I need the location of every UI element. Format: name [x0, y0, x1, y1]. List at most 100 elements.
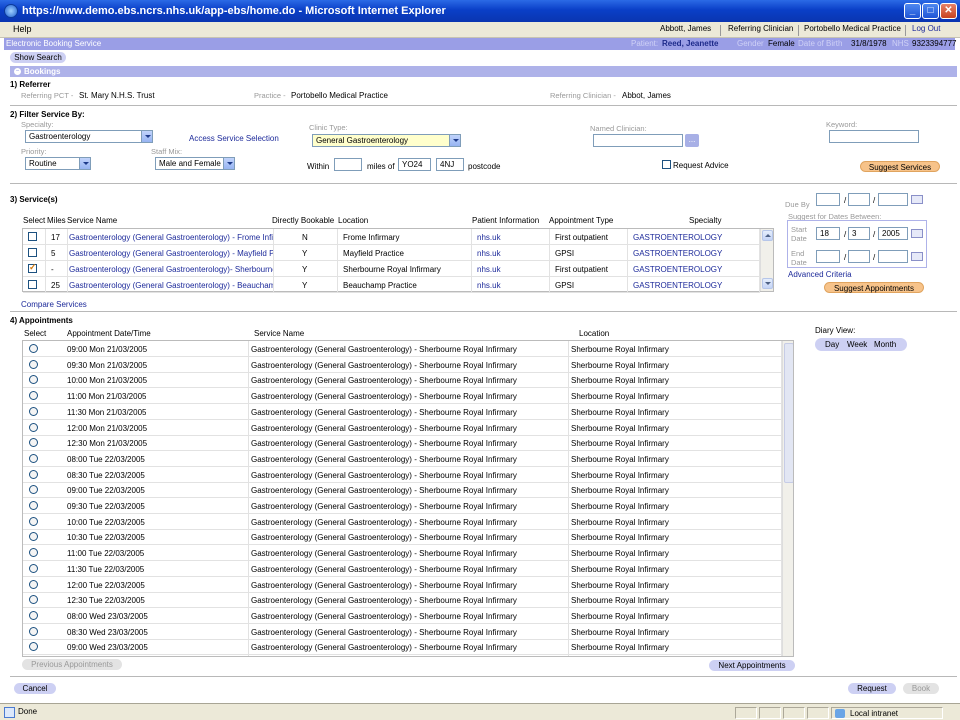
service-select-checkbox[interactable] [28, 262, 37, 273]
service-name[interactable]: Gastroenterology (General Gastroenterolo… [69, 249, 273, 258]
service-select-checkbox[interactable] [28, 232, 37, 241]
appointment-radio[interactable] [29, 407, 38, 416]
appointment-radio[interactable] [29, 454, 38, 463]
logout-link[interactable]: Log Out [912, 24, 940, 33]
service-row[interactable]: 5 Gastroenterology (General Gastroenterol… [23, 245, 759, 261]
service-name[interactable]: Gastroenterology (General Gastroenterolo… [69, 265, 273, 274]
appointment-row[interactable]: 11:30 Mon 21/03/2005 Gastroenterology (Ge… [23, 404, 781, 420]
appointment-row[interactable]: 09:00 Mon 21/03/2005 Gastroenterology (Ge… [23, 341, 781, 357]
service-row[interactable]: 25 Gastroenterology (General Gastroentero… [23, 277, 759, 293]
appointment-row[interactable]: 10:30 Tue 22/03/2005 Gastroenterology (Ge… [23, 529, 781, 545]
request-button[interactable]: Request [848, 683, 896, 694]
appointment-radio[interactable] [29, 344, 38, 353]
appointment-radio[interactable] [29, 391, 38, 400]
appointment-row[interactable]: 12:30 Tue 22/03/2005 Gastroenterology (Ge… [23, 592, 781, 608]
appointment-radio[interactable] [29, 642, 38, 651]
appointment-row[interactable]: 12:00 Mon 21/03/2005 Gastroenterology (Ge… [23, 420, 781, 436]
start-day-input[interactable]: 18 [816, 227, 840, 240]
book-button[interactable]: Book [903, 683, 939, 694]
service-specialty[interactable]: GASTROENTEROLOGY [633, 281, 759, 290]
service-info[interactable]: nhs.uk [477, 281, 547, 290]
previous-appointments-button[interactable]: Previous Appointments [22, 659, 122, 670]
postcode-part1-input[interactable]: YO24 [398, 158, 431, 171]
suggest-services-button[interactable]: Suggest Services [860, 161, 940, 172]
appointment-radio[interactable] [29, 360, 38, 369]
end-month-input[interactable] [848, 250, 870, 263]
request-advice-checkbox[interactable] [662, 160, 671, 169]
named-clinician-input[interactable] [593, 134, 683, 147]
appointment-radio[interactable] [29, 423, 38, 432]
appointment-row[interactable]: 09:30 Mon 21/03/2005 Gastroenterology (Ge… [23, 357, 781, 373]
appointment-row[interactable]: 11:30 Tue 22/03/2005 Gastroenterology (Ge… [23, 561, 781, 577]
access-service-link[interactable]: Access Service Selection [189, 134, 279, 143]
appointment-row[interactable]: 11:00 Mon 21/03/2005 Gastroenterology (Ge… [23, 388, 781, 404]
collapse-icon[interactable]: – [14, 68, 21, 75]
service-specialty[interactable]: GASTROENTEROLOGY [633, 249, 759, 258]
service-row[interactable]: 17 Gastroenterology (General Gastroentero… [23, 229, 759, 245]
appointment-row[interactable]: 08:00 Wed 23/03/2005 Gastroenterology (Ge… [23, 608, 781, 624]
appointment-row[interactable]: 08:00 Tue 22/03/2005 Gastroenterology (Ge… [23, 451, 781, 467]
appointment-row[interactable]: 08:30 Wed 23/03/2005 Gastroenterology (Ge… [23, 624, 781, 640]
appointment-radio[interactable] [29, 595, 38, 604]
clinic-type-select[interactable]: General Gastroenterology [312, 134, 461, 147]
due-year-input[interactable] [878, 193, 908, 206]
due-month-input[interactable] [848, 193, 870, 206]
appointment-radio[interactable] [29, 470, 38, 479]
service-info[interactable]: nhs.uk [477, 265, 547, 274]
scroll-thumb[interactable] [784, 343, 793, 483]
compare-services-link[interactable]: Compare Services [21, 300, 87, 309]
close-button[interactable]: ✕ [940, 3, 957, 19]
staff-mix-select[interactable]: Male and Female [155, 157, 235, 170]
services-scrollbar[interactable] [760, 229, 773, 291]
service-specialty[interactable]: GASTROENTEROLOGY [633, 233, 759, 242]
next-appointments-button[interactable]: Next Appointments [709, 660, 795, 671]
service-select-checkbox[interactable] [28, 280, 37, 289]
appointment-radio[interactable] [29, 564, 38, 573]
diary-day-button[interactable]: Day [825, 340, 839, 349]
service-info[interactable]: nhs.uk [477, 233, 547, 242]
appointment-radio[interactable] [29, 485, 38, 494]
appointment-radio[interactable] [29, 438, 38, 447]
service-specialty[interactable]: GASTROENTEROLOGY [633, 265, 759, 274]
appointment-radio[interactable] [29, 611, 38, 620]
appointment-radio[interactable] [29, 501, 38, 510]
appointment-radio[interactable] [29, 580, 38, 589]
appointment-radio[interactable] [29, 627, 38, 636]
appointment-row[interactable]: 09:00 Wed 23/03/2005 Gastroenterology (Ge… [23, 639, 781, 655]
cancel-button[interactable]: Cancel [14, 683, 56, 694]
specialty-select[interactable]: Gastroenterology [25, 130, 153, 143]
start-year-input[interactable]: 2005 [878, 227, 908, 240]
service-select-checkbox[interactable] [28, 248, 37, 257]
appointment-row[interactable]: 08:30 Tue 22/03/2005 Gastroenterology (Ge… [23, 467, 781, 483]
suggest-appointments-button[interactable]: Suggest Appointments [824, 282, 924, 293]
service-name[interactable]: Gastroenterology (General Gastroenterolo… [69, 281, 273, 290]
appointment-row[interactable]: 10:00 Tue 22/03/2005 Gastroenterology (Ge… [23, 514, 781, 530]
postcode-part2-input[interactable]: 4NJ [436, 158, 464, 171]
appointment-radio[interactable] [29, 532, 38, 541]
bookings-header[interactable]: – Bookings [10, 66, 957, 77]
appointment-row[interactable]: 12:00 Tue 22/03/2005 Gastroenterology (Ge… [23, 577, 781, 593]
service-info[interactable]: nhs.uk [477, 249, 547, 258]
diary-month-button[interactable]: Month [874, 340, 896, 349]
appointment-row[interactable]: 09:00 Tue 22/03/2005 Gastroenterology (Ge… [23, 482, 781, 498]
show-search-button[interactable]: Show Search [10, 52, 66, 63]
due-day-input[interactable] [816, 193, 840, 206]
service-row[interactable]: -Gastroenterology (General Gastroenterol… [23, 261, 759, 277]
appointment-row[interactable]: 12:30 Mon 21/03/2005 Gastroenterology (Ge… [23, 435, 781, 451]
service-name[interactable]: Gastroenterology (General Gastroenterolo… [69, 233, 273, 242]
named-clinician-lookup-button[interactable]: ... [685, 134, 699, 147]
maximize-button[interactable]: □ [922, 3, 939, 19]
priority-select[interactable]: Routine [25, 157, 91, 170]
appointment-row[interactable]: 11:00 Tue 22/03/2005 Gastroenterology (Ge… [23, 545, 781, 561]
calendar-icon[interactable] [911, 252, 923, 261]
start-month-input[interactable]: 3 [848, 227, 870, 240]
calendar-icon[interactable] [911, 195, 923, 204]
advanced-criteria-link[interactable]: Advanced Criteria [788, 270, 852, 279]
help-menu[interactable]: Help [13, 24, 32, 34]
appointment-radio[interactable] [29, 548, 38, 557]
keyword-input[interactable] [829, 130, 919, 143]
miles-input[interactable] [334, 158, 362, 171]
end-day-input[interactable] [816, 250, 840, 263]
appointment-radio[interactable] [29, 375, 38, 384]
appointments-scrollbar[interactable] [782, 341, 793, 656]
